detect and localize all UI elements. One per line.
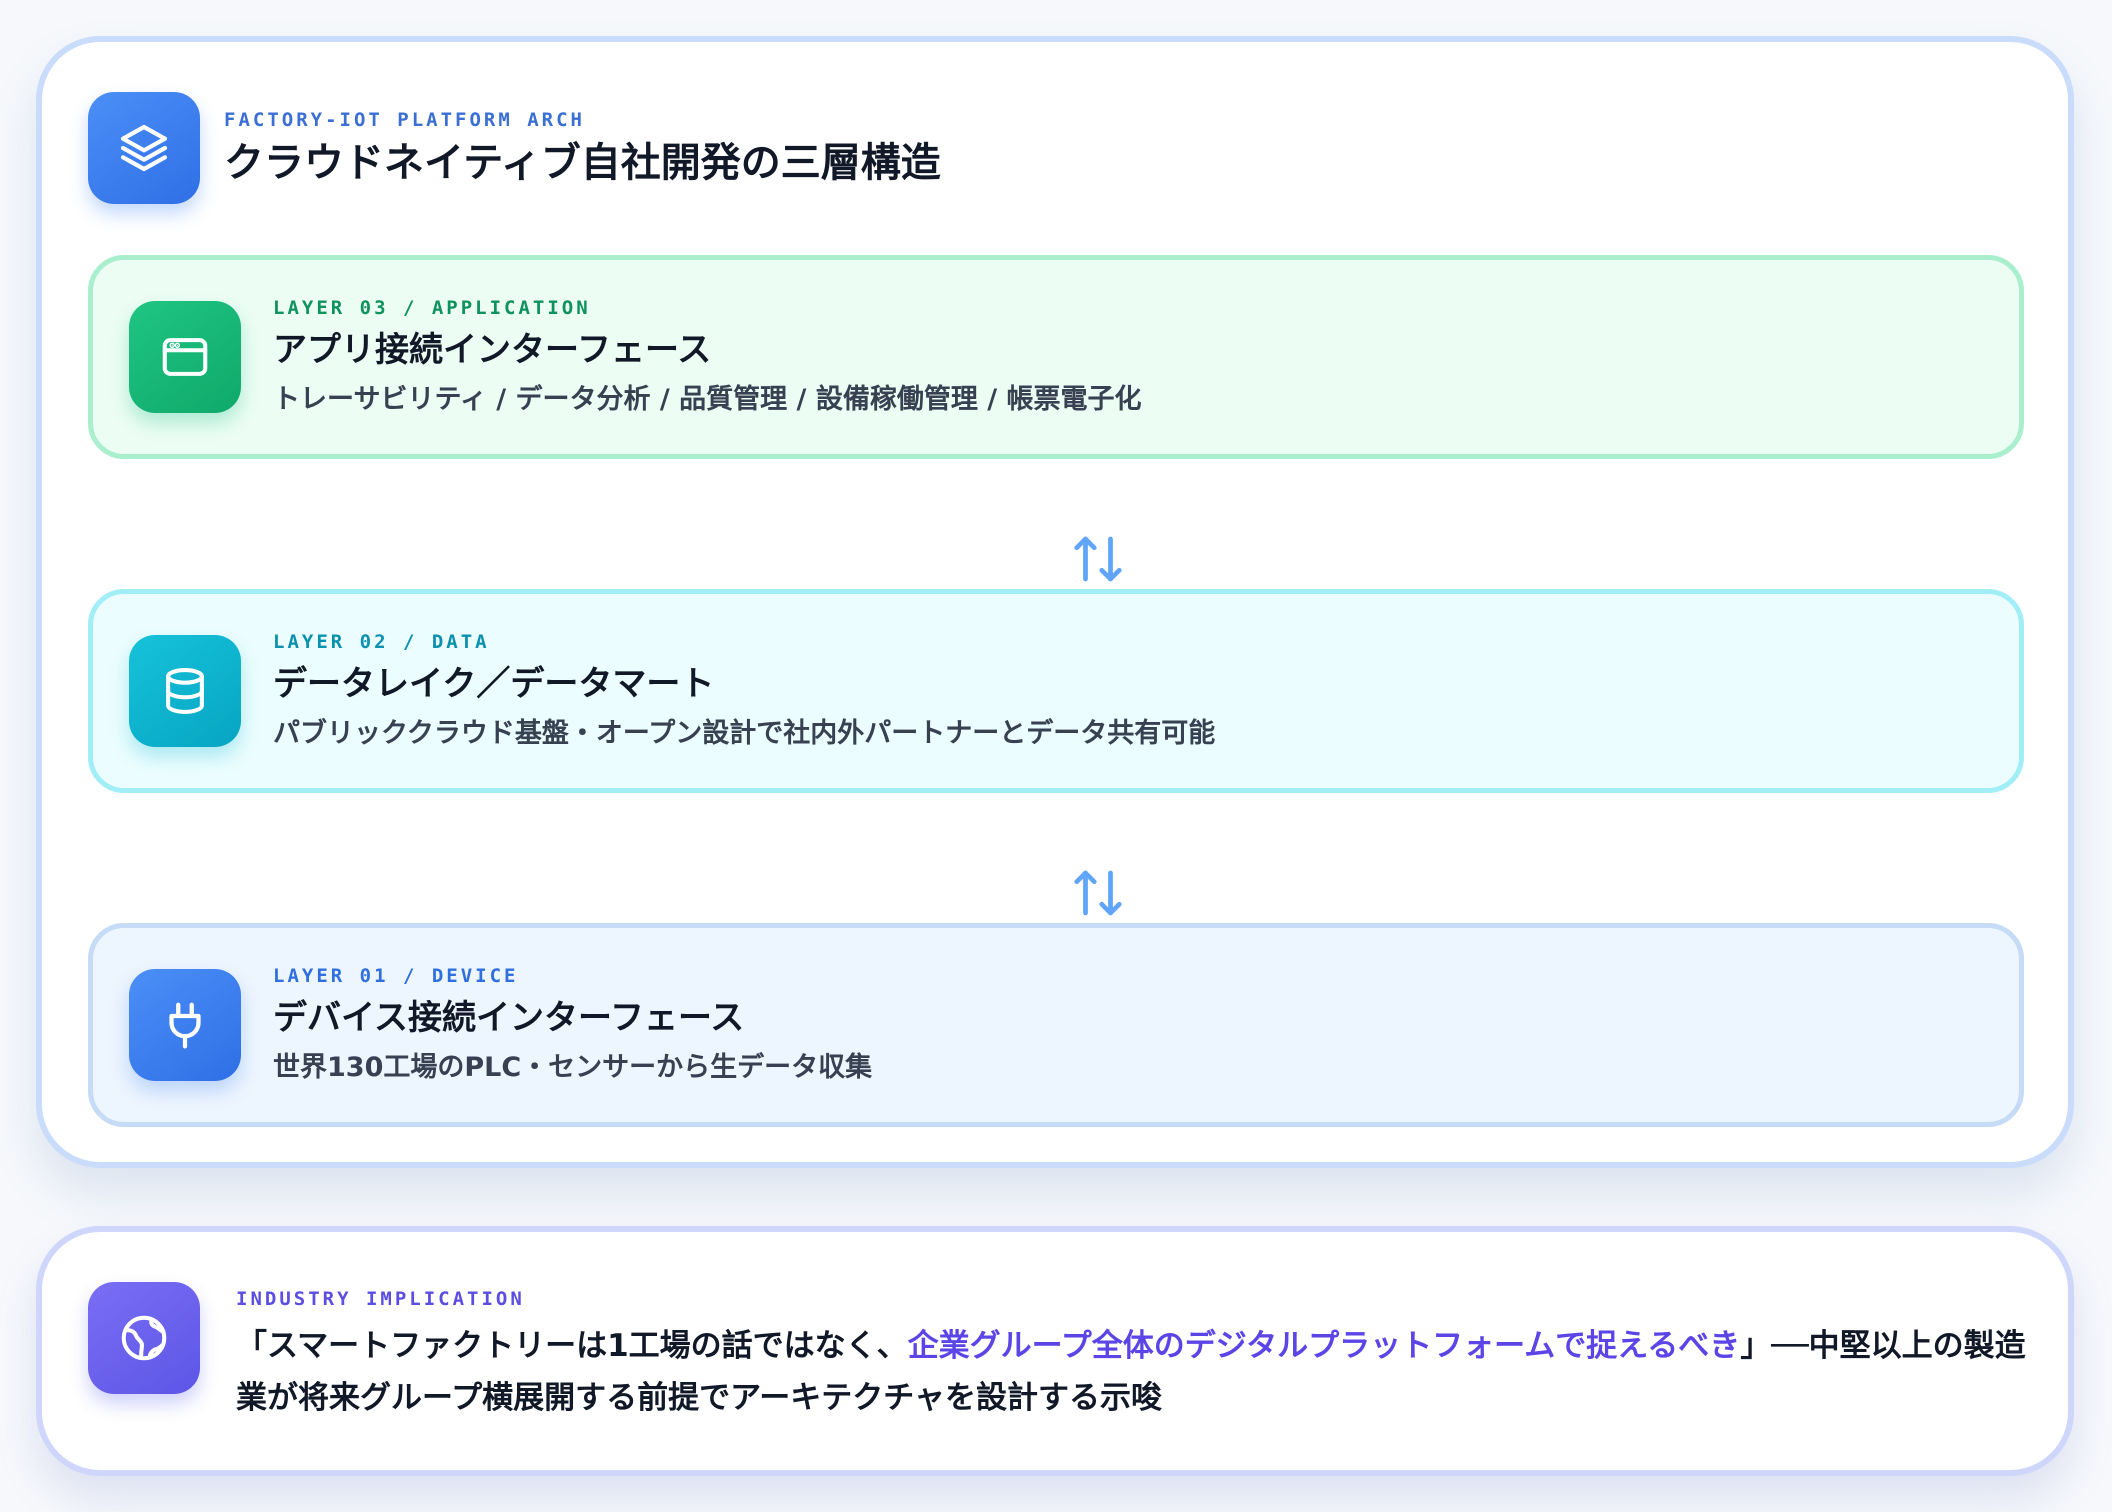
arrows-up-down-icon [1068, 529, 1128, 589]
app-window-icon [129, 301, 241, 413]
globe-icon [88, 1282, 200, 1394]
layer-device: LAYER 01 / DEVICE デバイス接続インターフェース 世界130工場… [88, 923, 2024, 1127]
implication-eyebrow: INDUSTRY IMPLICATION [236, 1288, 525, 1310]
layer-description: トレーサビリティ / データ分析 / 品質管理 / 設備稼働管理 / 帳票電子化 [273, 384, 1142, 415]
layer-description: 世界130工場のPLC・センサーから生データ収集 [273, 1052, 873, 1083]
layer-title: アプリ接続インターフェース [273, 330, 712, 370]
header-eyebrow: FACTORY-IOT PLATFORM ARCH [224, 109, 585, 131]
layer-eyebrow: LAYER 01 / DEVICE [273, 965, 519, 987]
layer-data: LAYER 02 / DATA データレイク／データマート パブリッククラウド基… [88, 589, 2024, 793]
page-title: クラウドネイティブ自社開発の三層構造 [224, 140, 941, 186]
layer-eyebrow: LAYER 02 / DATA [273, 631, 490, 653]
architecture-card: FACTORY-IOT PLATFORM ARCH クラウドネイティブ自社開発の… [36, 36, 2074, 1168]
layer-application: LAYER 03 / APPLICATION アプリ接続インターフェース トレー… [88, 255, 2024, 459]
arrows-up-down-icon [1068, 863, 1128, 923]
implication-text: 「スマートファクトリーは1工場の話ではなく、企業グループ全体のデジタルプラットフ… [236, 1320, 2036, 1424]
database-icon [129, 635, 241, 747]
plug-icon [129, 969, 241, 1081]
implication-text-lead: 「スマートファクトリーは1工場の話ではなく、 [236, 1328, 908, 1364]
layer-eyebrow: LAYER 03 / APPLICATION [273, 297, 591, 319]
layers-icon [88, 92, 200, 204]
layer-title: デバイス接続インターフェース [273, 998, 745, 1038]
implication-card: INDUSTRY IMPLICATION 「スマートファクトリーは1工場の話では… [36, 1226, 2074, 1476]
layer-title: データレイク／データマート [273, 664, 715, 704]
layer-description: パブリッククラウド基盤・オープン設計で社内外パートナーとデータ共有可能 [273, 718, 1216, 749]
arch-header: FACTORY-IOT PLATFORM ARCH クラウドネイティブ自社開発の… [88, 92, 941, 204]
implication-highlight: 企業グループ全体のデジタルプラットフォームで捉えるべき [907, 1328, 1741, 1364]
